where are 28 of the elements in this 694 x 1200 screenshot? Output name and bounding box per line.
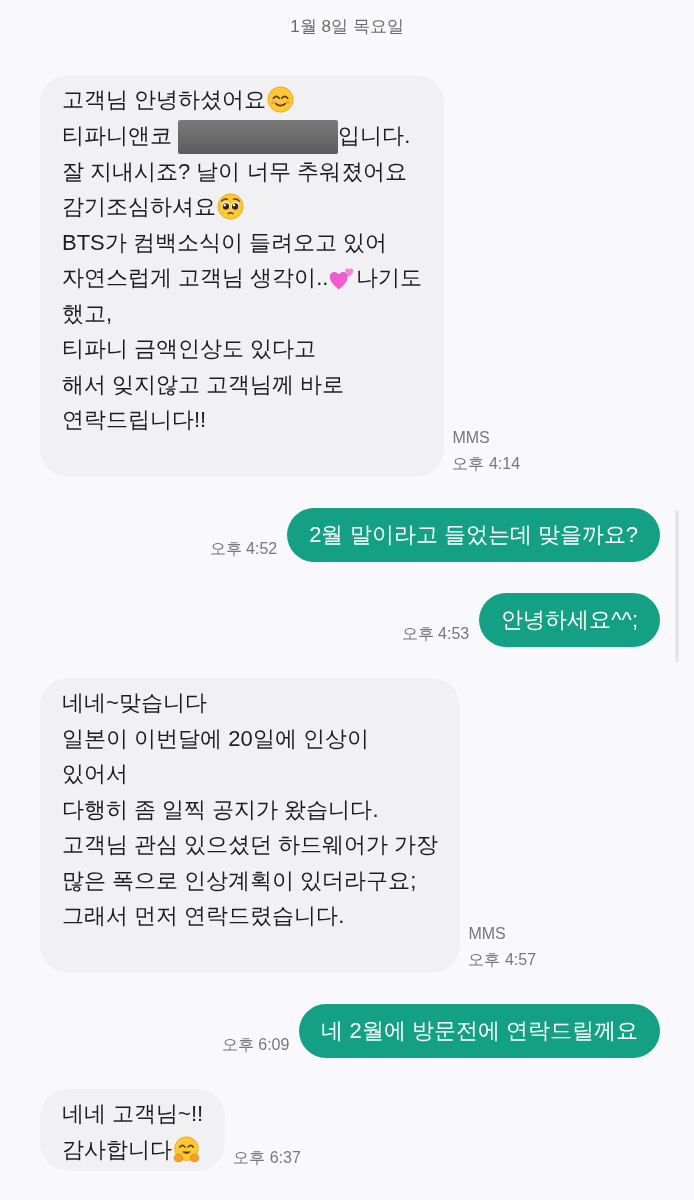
message-text: 자연스럽게 고객님 생각이.. — [62, 265, 329, 291]
message-text: 네네~맞습니다 일본이 이번달에 20일에 인상이 있어서 다행히 좀 일찍 공지가 왔습니다. 고객님 관심 있으셨던 하드웨어가 가장 많은 폭으로 인상계획이 있더라구요; 그래서 먼저 연락드렸습니다. — [62, 690, 439, 929]
message-text: 안녕하세요^^; — [501, 607, 638, 633]
timestamp: 오후 4:57 — [468, 950, 537, 971]
message-text: 감기조심하셔요 — [62, 194, 216, 220]
message-text: 고객님 안녕하셨어요 — [62, 87, 267, 112]
message-text: 2월 말이라고 들었는데 맞을까요? — [309, 522, 638, 548]
message-text: 네네 고객님~!! — [62, 1101, 204, 1127]
timestamp: 오후 6:37 — [233, 1148, 301, 1169]
hugging-face-icon — [173, 1135, 200, 1163]
message-text: 입니다. — [338, 122, 411, 148]
message-type-label: MMS — [452, 428, 490, 449]
message-text: 감사합니다 — [62, 1136, 172, 1162]
timestamp: 오후 4:53 — [401, 624, 470, 645]
smiling-face-icon — [267, 86, 295, 113]
message-text: 네 2월에 방문전에 연락드릴께요 — [321, 1018, 638, 1044]
timestamp: 오후 4:14 — [452, 454, 521, 475]
two-hearts-icon — [329, 265, 356, 292]
message-text: 나기도 — [356, 265, 423, 291]
message-text: 잘 지내시죠? 날이 너무 추워졌어요 — [62, 158, 407, 184]
message-text: 티파니앤코 — [62, 122, 173, 148]
timestamp: 오후 4:52 — [209, 539, 278, 560]
message-text: BTS가 컴백소식이 들려오고 있어 — [62, 229, 388, 255]
message-type-label: MMS — [468, 924, 506, 945]
pleading-face-icon — [217, 193, 244, 221]
timestamp: 오후 6:09 — [221, 1035, 290, 1056]
date-header: 1월 8일 목요일 — [290, 16, 404, 38]
message-text: 했고, 티파니 금액인상도 있다고 해서 잊지않고 고객님께 바로 연락드립니다!! — [62, 300, 345, 433]
